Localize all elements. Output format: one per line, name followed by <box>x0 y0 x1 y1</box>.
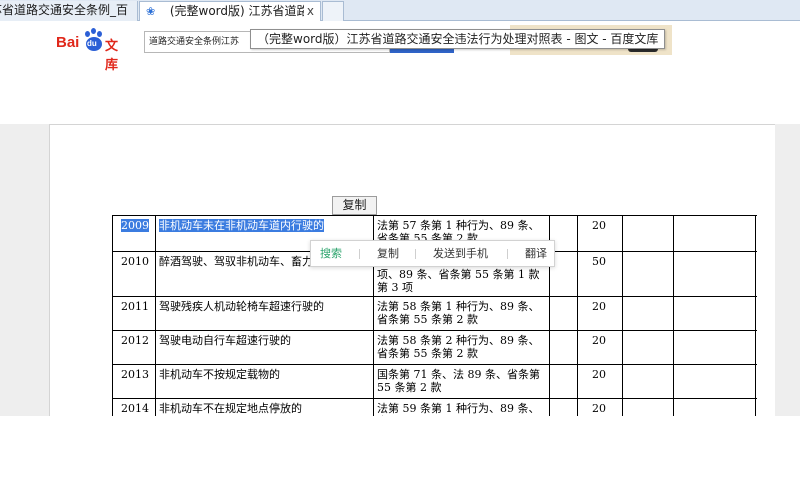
table-row: 2012 驾驶电动自行车超速行驶的 法第 58 条第 2 种行为、89 条、省条… <box>112 330 757 365</box>
title-tooltip: （完整word版）江苏省道路交通安全违法行为处理对照表 - 图文 - 百度文库 <box>250 29 666 49</box>
points-cell: 20 <box>577 216 622 252</box>
blank-cell <box>673 252 756 297</box>
baidu-paw-icon: ❀ <box>146 5 156 18</box>
blank-cell <box>549 365 577 399</box>
code-cell: 2013 <box>112 365 155 399</box>
blank-cell <box>673 297 756 331</box>
description-cell: 驾驶电动自行车超速行驶的 <box>155 331 373 365</box>
code-cell: 2009 <box>112 216 155 252</box>
basis-cell: 国条第 71 条、法 89 条、省条第 55 条第 2 款 <box>373 365 549 399</box>
logo-text: Bai <box>56 34 80 51</box>
blank-cell <box>549 297 577 331</box>
tab-title: (完整word版) 江苏省道路交通安全违法行为处理对照表 - 图文 - 百度文库 <box>169 4 304 18</box>
basis-cell: 法第 58 条第 1 种行为、89 条、省条第 55 条第 2 款 <box>373 297 549 331</box>
blank-cell <box>622 365 673 399</box>
new-tab-button[interactable] <box>322 1 344 21</box>
points-cell: 20 <box>577 331 622 365</box>
blank-cell <box>622 216 673 252</box>
copy-button[interactable]: 复制 <box>332 196 377 215</box>
blank-cell <box>622 297 673 331</box>
tab-strip: 苏省道路交通安全条例_百 ❀ (完整word版) 江苏省道路交通安全违法行为处理… <box>0 0 800 21</box>
description-cell: 驾驶残疾人机动轮椅车超速行驶的 <box>155 297 373 331</box>
points-cell: 20 <box>577 297 622 331</box>
blank-cell <box>622 252 673 297</box>
paw-icon: du <box>83 28 105 52</box>
blank-cell <box>673 365 756 399</box>
points-cell: 20 <box>577 365 622 399</box>
code-cell: 2014 <box>112 399 155 416</box>
blank-cell <box>673 331 756 365</box>
blank-cell <box>549 331 577 365</box>
menu-item-translate[interactable]: 翻译 <box>525 241 547 266</box>
selection-context-menu: 搜索 复制 发送到手机 翻译 <box>310 240 555 267</box>
blank-cell <box>549 399 577 416</box>
table-row: 2011 驾驶残疾人机动轮椅车超速行驶的 法第 58 条第 1 种行为、89 条… <box>112 296 757 331</box>
tab-active[interactable]: ❀ (完整word版) 江苏省道路交通安全违法行为处理对照表 - 图文 - 百度… <box>139 1 321 21</box>
basis-cell: 法第 58 条第 2 种行为、89 条、省条第 55 条第 2 款 <box>373 331 549 365</box>
blank-cell <box>673 399 756 416</box>
logo-text: du <box>87 39 97 48</box>
tab-title: 苏省道路交通安全条例_百 <box>0 3 129 17</box>
blank-cell <box>622 399 673 416</box>
code-cell: 2010 <box>112 252 155 297</box>
table-row: 2013 非机动车不按规定载物的 国条第 71 条、法 89 条、省条第 55 … <box>112 364 757 399</box>
points-cell: 20 <box>577 399 622 416</box>
table-row: 2014 非机动车不在规定地点停放的 法第 59 条第 1 种行为、89 条、省… <box>112 398 757 416</box>
blank-cell <box>622 331 673 365</box>
menu-item-send-to-phone[interactable]: 发送到手机 <box>433 241 488 266</box>
description-cell: 非机动车不按规定载物的 <box>155 365 373 399</box>
blank-cell <box>673 216 756 252</box>
logo-text: 文库 <box>105 38 119 72</box>
basis-cell: 法第 59 条第 1 种行为、89 条、省 <box>373 399 549 416</box>
code-cell: 2011 <box>112 297 155 331</box>
menu-item-search[interactable]: 搜索 <box>320 241 342 266</box>
tab-inactive[interactable]: 苏省道路交通安全条例_百 <box>0 1 138 21</box>
close-icon[interactable]: x <box>307 2 314 21</box>
description-cell: 非机动车不在规定地点停放的 <box>155 399 373 416</box>
points-cell: 50 <box>577 252 622 297</box>
code-cell: 2012 <box>112 331 155 365</box>
menu-item-copy[interactable]: 复制 <box>377 241 399 266</box>
